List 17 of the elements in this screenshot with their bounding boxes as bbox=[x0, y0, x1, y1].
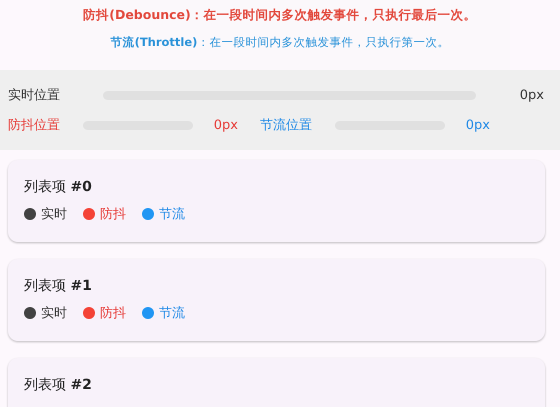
position-reading: 0px bbox=[212, 118, 238, 132]
description-text: 防抖(Debounce)：在一段时间内多次触发事件，只执行最后一次。 bbox=[83, 7, 477, 24]
position-label: 防抖位置 bbox=[8, 117, 60, 134]
legend-label: 实时 bbox=[41, 305, 67, 322]
position-label: 节流位置 bbox=[260, 117, 312, 134]
legend-label: 节流 bbox=[159, 206, 185, 223]
position-label: 实时位置 bbox=[8, 87, 60, 104]
legend-label: 防抖 bbox=[100, 305, 126, 322]
item-title: 列表项 #1 bbox=[24, 277, 93, 295]
position-reading: 0px bbox=[520, 88, 544, 102]
legend-label: 节流 bbox=[159, 305, 185, 322]
legend-label: 实时 bbox=[41, 206, 67, 223]
item-title: 列表项 #2 bbox=[24, 376, 93, 394]
item-title: 列表项 #0 bbox=[24, 178, 93, 196]
legend-label: 防抖 bbox=[100, 206, 126, 223]
description-text: 节流(Throttle)：在一段时间内多次触发事件，只执行第一次。 bbox=[110, 35, 450, 50]
position-reading: 0px bbox=[464, 118, 490, 132]
